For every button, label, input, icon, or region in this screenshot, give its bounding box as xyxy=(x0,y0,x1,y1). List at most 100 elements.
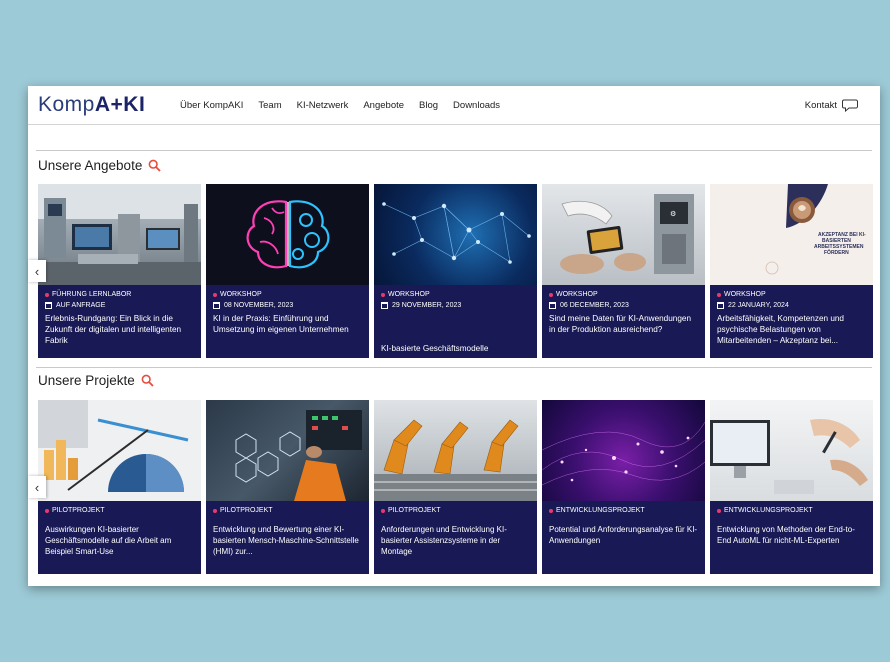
card-image-brain xyxy=(206,184,369,285)
card-info: Workshop 22 January, 2024 Arbeitsfähigke… xyxy=(710,285,873,358)
card-date: 08 November, 2023 xyxy=(213,302,362,309)
category-dot-icon xyxy=(717,292,721,297)
card-info: Pilotprojekt Auswirkungen KI-basierter G… xyxy=(38,501,201,574)
card-category: Entwicklungsprojekt xyxy=(717,507,866,514)
card-title[interactable]: Entwicklung von Methoden der End-to-End … xyxy=(717,524,866,546)
category-label: Workshop xyxy=(724,291,766,298)
angebote-carousel: Führung Lernlabor Auf Anfrage Erlebnis-R… xyxy=(38,184,873,358)
card-info: Entwicklungsprojekt Potential und Anford… xyxy=(542,501,705,574)
angebot-card[interactable]: ⚙ Workshop 06 December, 2023 Sind meine … xyxy=(542,184,705,358)
card-category: Workshop xyxy=(717,291,866,298)
calendar-icon xyxy=(45,302,52,309)
card-info: Entwicklungsprojekt Entwicklung von Meth… xyxy=(710,501,873,574)
divider xyxy=(36,150,872,151)
search-icon[interactable] xyxy=(141,374,154,387)
kompaki-logo[interactable]: KompA+KI xyxy=(38,93,145,117)
card-title[interactable]: Auswirkungen KI-basierter Geschäftsmodel… xyxy=(45,524,194,557)
card-category: Pilotprojekt xyxy=(213,507,362,514)
category-label: Pilotprojekt xyxy=(52,507,105,514)
card-date: 29 November, 2023 xyxy=(381,302,530,309)
category-dot-icon xyxy=(213,508,217,513)
angebote-heading: Unsere Angebote xyxy=(38,158,161,173)
projekte-heading: Unsere Projekte xyxy=(38,373,154,388)
carousel-prev-button[interactable]: ‹ xyxy=(28,260,46,282)
category-label: Pilotprojekt xyxy=(388,507,441,514)
category-dot-icon xyxy=(45,292,49,297)
carousel-prev-button[interactable]: ‹ xyxy=(28,476,46,498)
card-info: Workshop 06 December, 2023 Sind meine Da… xyxy=(542,285,705,358)
top-navigation: KompA+KI Über KompAKI Team KI-Netzwerk A… xyxy=(28,86,880,125)
card-title[interactable]: Anforderungen und Entwicklung KI-basiert… xyxy=(381,524,530,557)
card-category: Pilotprojekt xyxy=(381,507,530,514)
nav-item-team[interactable]: Team xyxy=(258,100,281,111)
date-label: 29 November, 2023 xyxy=(392,302,462,309)
category-label: Entwicklungsprojekt xyxy=(724,507,813,514)
projekt-card[interactable]: Pilotprojekt Anforderungen und Entwicklu… xyxy=(374,400,537,574)
date-label: 06 December, 2023 xyxy=(560,302,629,309)
nav-item-ki-netzwerk[interactable]: KI-Netzwerk xyxy=(297,100,349,111)
nav-item-blog[interactable]: Blog xyxy=(419,100,438,111)
card-image-robots xyxy=(374,400,537,501)
card-image-lernlabor xyxy=(38,184,201,285)
category-label: Workshop xyxy=(388,291,430,298)
logo-text-aki: A+KI xyxy=(94,93,146,116)
card-image-tablet-robot: ⚙ xyxy=(542,184,705,285)
search-icon[interactable] xyxy=(148,159,161,172)
projekt-card[interactable]: Entwicklungsprojekt Potential und Anford… xyxy=(542,400,705,574)
card-title[interactable]: KI in der Praxis: Einführung und Umsetzu… xyxy=(213,313,362,335)
kontakt-label: Kontakt xyxy=(804,100,837,111)
card-info: Pilotprojekt Entwicklung und Bewertung e… xyxy=(206,501,369,574)
category-dot-icon xyxy=(549,292,553,297)
main-menu: Über KompAKI Team KI-Netzwerk Angebote B… xyxy=(180,100,500,111)
card-date: 06 December, 2023 xyxy=(549,302,698,309)
divider xyxy=(36,367,872,368)
date-label: 22 January, 2024 xyxy=(728,302,789,309)
category-label: Pilotprojekt xyxy=(220,507,273,514)
chat-bubble-icon xyxy=(842,99,858,112)
card-info: Workshop 08 November, 2023 KI in der Pra… xyxy=(206,285,369,358)
nav-item-ueber-kompaki[interactable]: Über KompAKI xyxy=(180,100,243,111)
calendar-icon xyxy=(213,302,220,309)
nav-item-angebote[interactable]: Angebote xyxy=(363,100,404,111)
category-label: Workshop xyxy=(220,291,262,298)
kontakt-link[interactable]: Kontakt xyxy=(805,99,858,112)
projekte-carousel: Pilotprojekt Auswirkungen KI-basierter G… xyxy=(38,400,873,574)
svg-text:FÖRDERN: FÖRDERN xyxy=(824,249,849,256)
card-image-akzeptanz: AKZEPTANZ BEI KI- BASIERTEN ARBEITSSYSTE… xyxy=(710,184,873,285)
nav-item-downloads[interactable]: Downloads xyxy=(453,100,500,111)
card-image-particles xyxy=(542,400,705,501)
card-image-charts xyxy=(38,400,201,501)
category-dot-icon xyxy=(717,508,721,513)
card-title[interactable]: Sind meine Daten für KI-Anwendungen in d… xyxy=(549,313,698,335)
angebot-card[interactable]: Workshop 08 November, 2023 KI in der Pra… xyxy=(206,184,369,358)
card-category: Workshop xyxy=(381,291,530,298)
card-title[interactable]: KI-basierte Geschäftsmodelle xyxy=(381,343,530,354)
calendar-icon xyxy=(549,302,556,309)
projekt-card[interactable]: Entwicklungsprojekt Entwicklung von Meth… xyxy=(710,400,873,574)
logo-text-komp: Komp xyxy=(38,93,95,116)
projekt-card[interactable]: Pilotprojekt Auswirkungen KI-basierter G… xyxy=(38,400,201,574)
category-dot-icon xyxy=(549,508,553,513)
angebot-card[interactable]: Führung Lernlabor Auf Anfrage Erlebnis-R… xyxy=(38,184,201,358)
card-title[interactable]: Potential und Anforderungsanalyse für KI… xyxy=(549,524,698,546)
card-image-office xyxy=(710,400,873,501)
date-label: Auf Anfrage xyxy=(56,302,106,309)
card-category: Pilotprojekt xyxy=(45,507,194,514)
browser-page: KompA+KI Über KompAKI Team KI-Netzwerk A… xyxy=(28,86,880,586)
calendar-icon xyxy=(381,302,388,309)
card-title[interactable]: Erlebnis-Rundgang: Ein Blick in die Zuku… xyxy=(45,313,194,346)
card-title[interactable]: Arbeitsfähigkeit, Kompetenzen und psychi… xyxy=(717,313,866,346)
card-info: Workshop 29 November, 2023 KI-basierte G… xyxy=(374,285,537,358)
category-label: Workshop xyxy=(556,291,598,298)
category-dot-icon xyxy=(45,508,49,513)
angebot-card[interactable]: AKZEPTANZ BEI KI- BASIERTEN ARBEITSSYSTE… xyxy=(710,184,873,358)
card-date: Auf Anfrage xyxy=(45,302,194,309)
card-info: Führung Lernlabor Auf Anfrage Erlebnis-R… xyxy=(38,285,201,358)
card-category: Workshop xyxy=(213,291,362,298)
angebot-card[interactable]: Workshop 29 November, 2023 KI-basierte G… xyxy=(374,184,537,358)
chevron-left-icon: ‹ xyxy=(34,263,40,279)
card-title[interactable]: Entwicklung und Bewertung einer KI-basie… xyxy=(213,524,362,557)
card-date: 22 January, 2024 xyxy=(717,302,866,309)
angebote-title: Unsere Angebote xyxy=(38,158,143,173)
projekt-card[interactable]: Pilotprojekt Entwicklung und Bewertung e… xyxy=(206,400,369,574)
